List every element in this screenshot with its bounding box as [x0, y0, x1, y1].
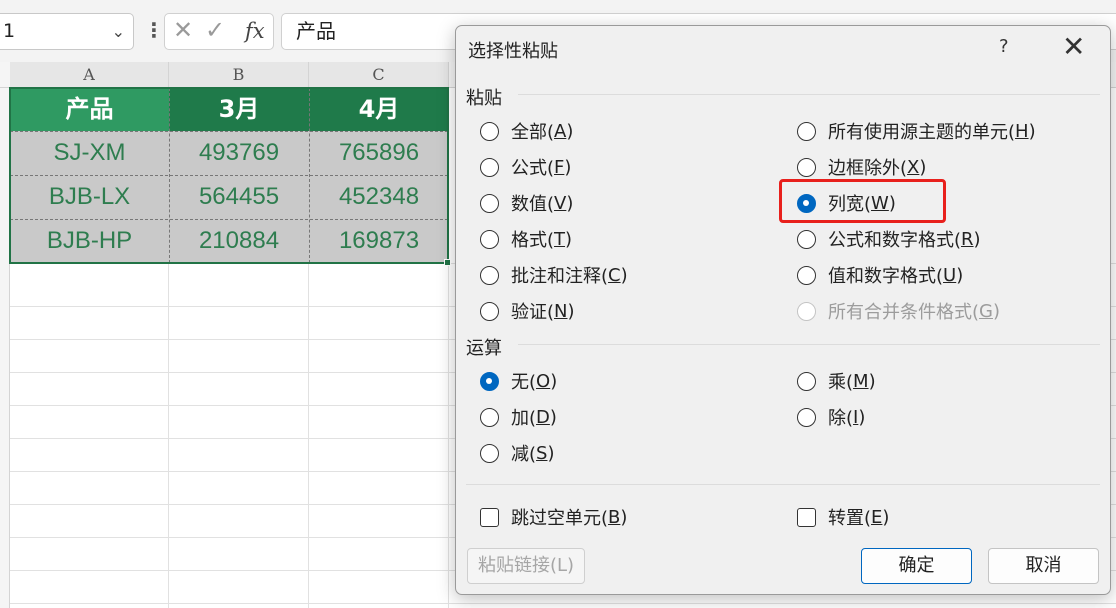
column-header-a[interactable]: A — [10, 62, 169, 87]
radio-paste-merge-conditional-formats: 所有合并条件格式(G) — [797, 298, 1000, 324]
radio-icon[interactable] — [797, 407, 816, 427]
radio-icon[interactable] — [480, 229, 499, 249]
divider — [518, 94, 1100, 95]
radio-paste-column-widths[interactable]: 列宽(W) — [797, 190, 896, 216]
radio-icon[interactable] — [480, 157, 499, 177]
radio-paste-validation[interactable]: 验证(N) — [480, 298, 575, 324]
table-cell[interactable]: 493769 — [169, 131, 309, 175]
ok-button[interactable]: 确定 — [861, 548, 972, 584]
radio-op-subtract[interactable]: 减(S) — [480, 440, 555, 466]
table-cell[interactable]: 564455 — [169, 175, 309, 219]
close-icon[interactable]: ✕ — [173, 16, 193, 44]
radio-icon[interactable] — [797, 265, 816, 285]
name-box[interactable]: 1 ⌄ — [0, 13, 134, 50]
radio-op-add[interactable]: 加(D) — [480, 404, 557, 430]
radio-paste-source-theme[interactable]: 所有使用源主题的单元(H) — [797, 118, 1036, 144]
radio-paste-formulas[interactable]: 公式(F) — [480, 154, 571, 180]
radio-icon[interactable] — [797, 371, 816, 391]
radio-paste-values-number-formats[interactable]: 值和数字格式(U) — [797, 262, 963, 288]
radio-paste-comments[interactable]: 批注和注释(C) — [480, 262, 628, 288]
radio-icon[interactable] — [480, 407, 499, 427]
radio-op-none[interactable]: 无(O) — [480, 368, 557, 394]
paste-group-label: 粘贴 — [466, 88, 502, 109]
radio-op-multiply[interactable]: 乘(M) — [797, 368, 876, 394]
checkbox-icon[interactable] — [797, 507, 816, 527]
paste-special-dialog: 选择性粘贴 ? ✕ 粘贴 全部(A) 公式(F) 数值(V) 格式(T) 批注和… — [455, 25, 1111, 595]
close-icon[interactable]: ✕ — [1062, 30, 1085, 63]
fill-handle[interactable] — [444, 259, 451, 266]
checkbox-transpose[interactable]: 转置(E) — [797, 504, 889, 530]
radio-icon[interactable] — [797, 121, 816, 141]
radio-paste-all[interactable]: 全部(A) — [480, 118, 573, 144]
radio-paste-formulas-number-formats[interactable]: 公式和数字格式(R) — [797, 226, 981, 252]
radio-checked-icon[interactable] — [480, 371, 499, 391]
radio-icon[interactable] — [797, 157, 816, 177]
row-headers — [0, 88, 10, 608]
checkbox-skip-blanks[interactable]: 跳过空单元(B) — [480, 504, 627, 530]
column-header-b[interactable]: B — [169, 62, 309, 87]
radio-icon[interactable] — [480, 193, 499, 213]
more-options-icon[interactable]: ⋮ — [144, 18, 164, 42]
copy-marquee — [10, 219, 448, 220]
table-cell[interactable]: BJB-LX — [10, 175, 169, 219]
table-header-cell[interactable]: 4月 — [309, 88, 449, 131]
radio-paste-formats[interactable]: 格式(T) — [480, 226, 572, 252]
table-cell[interactable]: BJB-HP — [10, 219, 169, 263]
table-cell[interactable]: 765896 — [309, 131, 449, 175]
radio-icon[interactable] — [480, 301, 499, 321]
operation-group-label: 运算 — [466, 338, 502, 359]
cancel-button[interactable]: 取消 — [988, 548, 1099, 584]
radio-icon[interactable] — [797, 229, 816, 249]
copy-marquee — [10, 175, 448, 176]
checkbox-icon[interactable] — [480, 507, 499, 527]
table-header-cell[interactable]: 3月 — [169, 88, 309, 131]
fx-icon[interactable]: fx — [245, 19, 265, 43]
divider — [518, 344, 1100, 345]
radio-checked-icon[interactable] — [797, 193, 816, 213]
radio-icon[interactable] — [480, 121, 499, 141]
copy-marquee — [10, 131, 448, 132]
chevron-down-icon[interactable]: ⌄ — [112, 14, 125, 49]
divider — [466, 484, 1100, 485]
table-cell[interactable]: 452348 — [309, 175, 449, 219]
dialog-title: 选择性粘贴 — [468, 41, 558, 62]
radio-icon[interactable] — [480, 265, 499, 285]
help-icon[interactable]: ? — [999, 36, 1009, 57]
column-header-c[interactable]: C — [309, 62, 449, 87]
radio-icon — [797, 301, 816, 321]
check-icon[interactable]: ✓ — [205, 16, 225, 44]
radio-op-divide[interactable]: 除(I) — [797, 404, 865, 430]
formula-actions: ✕ ✓ fx — [164, 13, 274, 50]
table-header-cell[interactable]: 产品 — [10, 88, 169, 131]
table-cell[interactable]: 169873 — [309, 219, 449, 263]
paste-link-button: 粘贴链接(L) — [467, 548, 585, 584]
radio-paste-no-borders[interactable]: 边框除外(X) — [797, 154, 926, 180]
radio-paste-values[interactable]: 数值(V) — [480, 190, 573, 216]
table-cell[interactable]: SJ-XM — [10, 131, 169, 175]
radio-icon[interactable] — [480, 443, 499, 463]
name-box-value: 1 — [3, 20, 16, 42]
table-cell[interactable]: 210884 — [169, 219, 309, 263]
